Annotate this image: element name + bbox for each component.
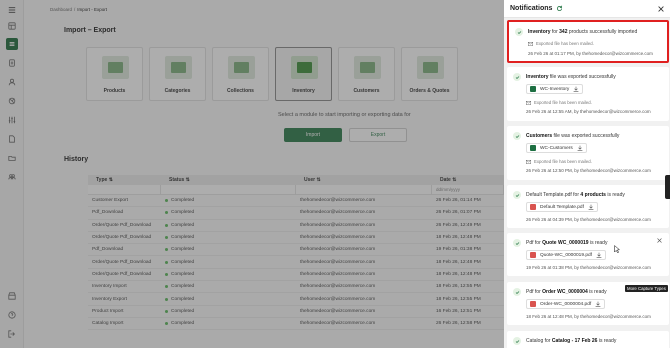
mail-icon (526, 100, 531, 105)
pdf-file-icon (530, 301, 536, 307)
download-icon[interactable] (595, 301, 601, 307)
success-icon (513, 132, 521, 140)
notification-card: Default Template.pdf for 4 products is r… (507, 185, 669, 228)
excel-file-icon (530, 145, 536, 151)
notification-timestamp: 26 Feb 26 at 12:55 AM, by thehomedecor@w… (526, 109, 651, 114)
modal-backdrop[interactable] (0, 0, 504, 348)
success-icon (513, 337, 521, 345)
notification-card: Inventory file was exported successfully… (507, 67, 669, 121)
success-icon (513, 288, 521, 296)
notification-message: Inventory file was exported successfully (526, 74, 616, 80)
notification-message: Customers file was exported successfully (526, 133, 620, 139)
close-icon[interactable] (658, 6, 664, 12)
capture-tooltip: More Capture Types (625, 285, 668, 292)
notification-card: Catalog for Catalog - 17 Feb 26 is ready (507, 331, 669, 348)
mouse-cursor-icon (614, 245, 620, 253)
mailed-note: Exported file has been mailed. (528, 41, 594, 46)
download-chip[interactable]: Order-WC_0000004.pdf (526, 299, 606, 309)
success-icon (513, 191, 521, 199)
download-icon[interactable] (573, 86, 579, 92)
mailed-note: Exported file has been mailed. (526, 159, 592, 164)
pdf-file-icon (530, 252, 536, 258)
mail-icon (528, 41, 533, 46)
excel-file-icon (530, 86, 536, 92)
download-chip[interactable]: WC-Inventory (526, 84, 584, 94)
notification-message: Default Template.pdf for 4 products is r… (526, 192, 625, 198)
notifications-header: Notifications (504, 0, 670, 18)
download-icon[interactable] (588, 204, 594, 210)
notification-card: Inventory for 342 products successfully … (507, 20, 669, 63)
side-tab-handle[interactable] (665, 175, 670, 199)
notification-timestamp: 26 Feb 26 at 01:17 PM, by thehomedecor@w… (528, 51, 653, 56)
notification-message: Catalog for Catalog - 17 Feb 26 is ready (526, 338, 617, 344)
notification-timestamp: 26 Feb 26 at 04:39 PM, by thehomedecor@w… (526, 217, 651, 222)
notification-timestamp: 19 Feb 26 at 01:38 PM, by thehomedecor@w… (526, 265, 651, 270)
mailed-note: Exported file has been mailed. (526, 100, 592, 105)
download-icon[interactable] (577, 145, 583, 151)
download-chip[interactable]: Quote-WC_0000019.pdf (526, 250, 606, 260)
refresh-icon[interactable] (556, 5, 563, 12)
notification-card: Customers file was exported successfully… (507, 126, 669, 180)
notification-timestamp: 18 Feb 26 at 12:48 PM, by thehomedecor@w… (526, 314, 651, 319)
notification-card: Pdf for Quote WC_0000019 is ready Quote-… (507, 233, 669, 276)
success-icon (515, 28, 523, 36)
pdf-file-icon (530, 204, 536, 210)
mail-icon (526, 159, 531, 164)
notifications-panel: Notifications Inventory for 342 products… (504, 0, 670, 348)
notification-timestamp: 26 Feb 26 at 12:50 PM, by thehomedecor@w… (526, 168, 651, 173)
download-chip[interactable]: Default Template.pdf (526, 202, 598, 212)
success-icon (513, 73, 521, 81)
notification-message: Pdf for Order WC_0000004 is ready (526, 289, 607, 295)
success-icon (513, 239, 521, 247)
dismiss-icon[interactable] (657, 238, 662, 243)
notifications-title: Notifications (510, 5, 553, 12)
notification-message: Inventory for 342 products successfully … (528, 29, 638, 35)
notification-message: Pdf for Quote WC_0000019 is ready (526, 240, 608, 246)
download-icon[interactable] (596, 252, 602, 258)
download-chip[interactable]: WC-Customers (526, 143, 587, 153)
